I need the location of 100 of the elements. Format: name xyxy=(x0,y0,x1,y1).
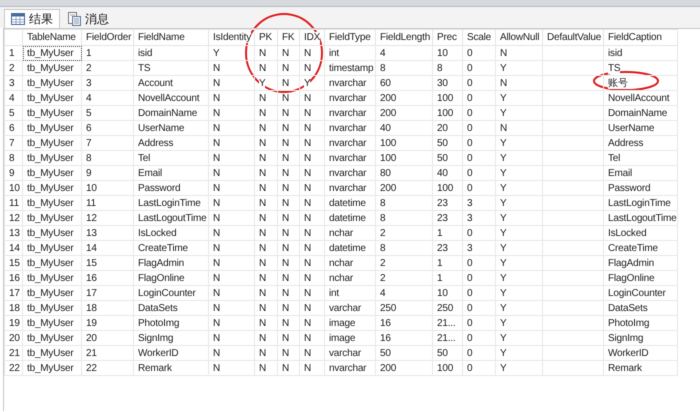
column-header[interactable]: Scale xyxy=(462,30,496,46)
table-cell: N xyxy=(278,76,300,90)
table-cell: N xyxy=(278,240,300,256)
column-header[interactable]: IDX xyxy=(300,30,324,46)
table-cell: N xyxy=(208,226,254,240)
table-cell: Y xyxy=(496,150,542,166)
table-cell: 6 xyxy=(82,120,134,136)
table-cell: N xyxy=(254,120,278,136)
row-number: 15 xyxy=(4,256,22,270)
column-header[interactable]: DefaultValue xyxy=(542,30,604,46)
table-cell: Y xyxy=(496,136,542,150)
table-cell: N xyxy=(254,180,278,196)
table-cell: N xyxy=(278,106,300,120)
row-number: 5 xyxy=(4,106,22,120)
column-header[interactable]: PK xyxy=(254,30,278,46)
table-cell: N xyxy=(300,270,324,286)
table-cell: Address xyxy=(134,136,208,150)
table-cell: 15 xyxy=(82,256,134,270)
table-cell: FlagOnline xyxy=(604,270,678,286)
table-cell: UserName xyxy=(134,120,208,136)
table-cell: 0 xyxy=(462,226,496,240)
table-cell: N xyxy=(208,346,254,360)
table-cell: nchar xyxy=(324,256,376,270)
table-cell: 50 xyxy=(376,346,432,360)
row-number: 3 xyxy=(4,76,22,90)
table-cell: IsLocked xyxy=(134,226,208,240)
table-cell: timestamp xyxy=(324,60,376,76)
table-cell: Y xyxy=(496,226,542,240)
table-cell: N xyxy=(208,150,254,166)
table-cell: N xyxy=(208,90,254,106)
table-cell: WorkerID xyxy=(604,346,678,360)
row-number: 17 xyxy=(4,286,22,300)
table-cell: 8 xyxy=(376,196,432,210)
table-cell: nchar xyxy=(324,226,376,240)
table-cell: N xyxy=(496,46,542,60)
table-cell: N xyxy=(278,286,300,300)
table-cell: N xyxy=(254,316,278,330)
table-cell: 200 xyxy=(376,106,432,120)
column-header[interactable]: FK xyxy=(278,30,300,46)
table-cell: 0 xyxy=(462,120,496,136)
table-cell: N xyxy=(300,136,324,150)
table-cell: N xyxy=(254,60,278,76)
table-cell: N xyxy=(254,196,278,210)
column-header[interactable]: AllowNull xyxy=(496,30,542,46)
table-cell: Y xyxy=(496,196,542,210)
table-cell: 200 xyxy=(376,180,432,196)
table-cell: tb_MyUser xyxy=(22,106,82,120)
table-cell: Remark xyxy=(134,360,208,376)
table-cell: N xyxy=(278,180,300,196)
table-cell: N xyxy=(300,316,324,330)
column-header[interactable]: TableName xyxy=(22,30,82,46)
column-header[interactable]: FieldLength xyxy=(376,30,432,46)
table-cell: Y xyxy=(496,180,542,196)
table-cell: tb_MyUser xyxy=(22,150,82,166)
table-cell: Tel xyxy=(604,150,678,166)
table-cell: Remark xyxy=(604,360,678,376)
column-header[interactable]: FieldOrder xyxy=(82,30,134,46)
table-cell: LastLoginTime xyxy=(134,196,208,210)
row-number: 14 xyxy=(4,240,22,256)
table-cell: Y xyxy=(496,240,542,256)
table-cell: 12 xyxy=(82,210,134,226)
results-tab[interactable]: 结果 xyxy=(4,9,60,28)
table-cell: 3 xyxy=(462,240,496,256)
table-cell: 4 xyxy=(82,90,134,106)
table-cell: N xyxy=(208,76,254,90)
row-number: 11 xyxy=(4,196,22,210)
column-header[interactable]: Prec xyxy=(432,30,462,46)
table-cell: tb_MyUser xyxy=(22,226,82,240)
table-cell: Y xyxy=(496,106,542,120)
table-cell: 30 xyxy=(432,76,462,90)
table-cell: N xyxy=(300,180,324,196)
table-cell: N xyxy=(300,166,324,180)
table-cell: CreateTime xyxy=(134,240,208,256)
table-cell: 2 xyxy=(376,226,432,240)
table-cell: 5 xyxy=(82,106,134,120)
table-cell: TS xyxy=(604,60,678,76)
table-cell: 0 xyxy=(462,256,496,270)
table-cell: 0 xyxy=(462,346,496,360)
column-header[interactable]: FieldType xyxy=(324,30,376,46)
table-cell: 8 xyxy=(82,150,134,166)
table-cell: 0 xyxy=(462,330,496,346)
table-cell: 8 xyxy=(432,60,462,76)
table-cell: FlagAdmin xyxy=(134,256,208,270)
table-cell: image xyxy=(324,330,376,346)
table-cell: N xyxy=(254,256,278,270)
table-cell: N xyxy=(300,226,324,240)
table-cell: Y xyxy=(496,330,542,346)
table-cell: 40 xyxy=(432,166,462,180)
table-cell: 11 xyxy=(82,196,134,210)
table-cell: nvarchar xyxy=(324,76,376,90)
column-header[interactable]: IsIdentity xyxy=(208,30,254,46)
table-cell: Y xyxy=(496,270,542,286)
table-cell: tb_MyUser xyxy=(22,136,82,150)
table-cell: 200 xyxy=(376,360,432,376)
table-cell: 20 xyxy=(82,330,134,346)
results-tab[interactable]: 消息 xyxy=(60,9,116,28)
column-header[interactable]: FieldCaption xyxy=(604,30,678,46)
column-header[interactable]: FieldName xyxy=(134,30,208,46)
table-cell: N xyxy=(208,196,254,210)
table-cell: tb_MyUser xyxy=(22,270,82,286)
